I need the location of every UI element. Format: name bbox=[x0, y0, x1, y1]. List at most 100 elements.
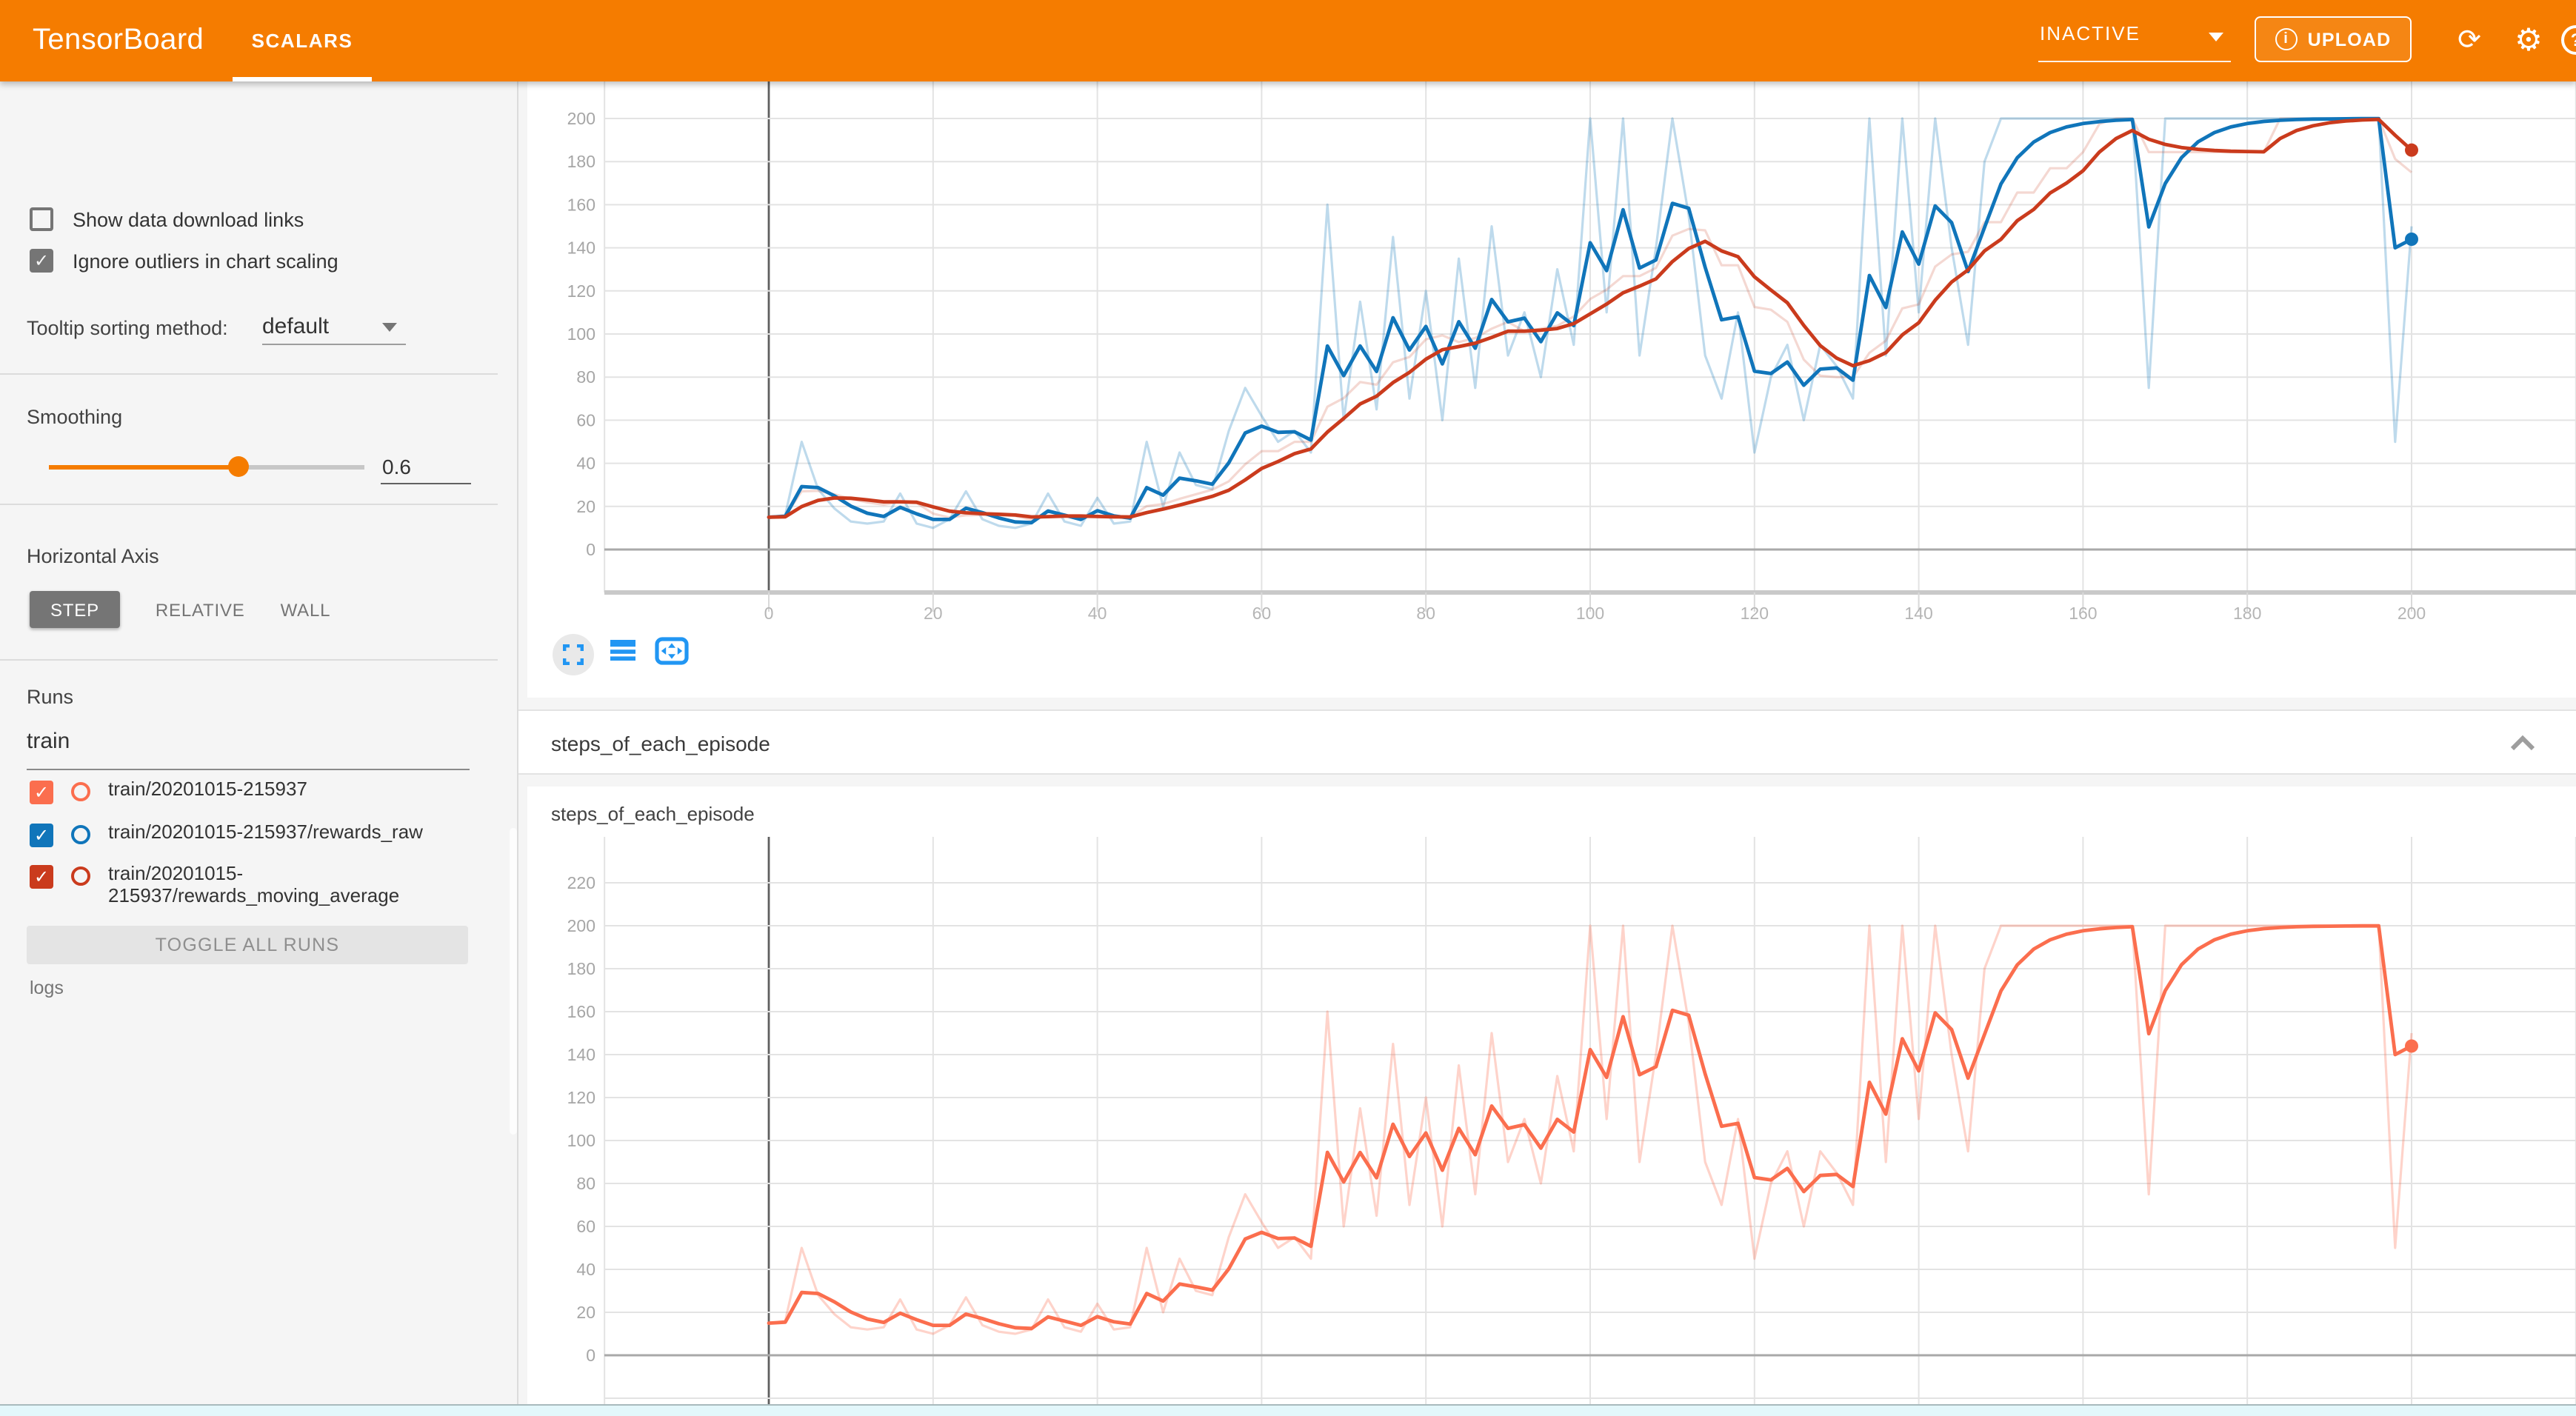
run-filter-input[interactable] bbox=[27, 729, 470, 754]
upload-button-label: UPLOAD bbox=[2308, 29, 2392, 50]
run-row[interactable]: ✓ train/20201015-215937/rewards_moving_av… bbox=[30, 864, 492, 906]
svg-text:40: 40 bbox=[576, 454, 595, 473]
svg-text:200: 200 bbox=[2398, 604, 2426, 623]
runs-heading: Runs bbox=[27, 686, 73, 708]
tab-scalars-label: SCALARS bbox=[252, 30, 353, 52]
vertical-gridlines bbox=[604, 81, 2576, 592]
svg-text:100: 100 bbox=[567, 1131, 595, 1150]
help-icon[interactable]: ? bbox=[2561, 25, 2576, 55]
run-color-ring[interactable] bbox=[71, 782, 90, 801]
run-color-ring[interactable] bbox=[71, 866, 90, 886]
tooltip-sorting-select[interactable]: default bbox=[262, 314, 329, 339]
chart-title: steps_of_each_episode bbox=[551, 803, 755, 825]
svg-text:120: 120 bbox=[567, 281, 595, 301]
horizontal-axis-button-group: STEP RELATIVE WALL bbox=[30, 591, 330, 628]
smoothing-value-underline bbox=[381, 483, 471, 484]
svg-text:180: 180 bbox=[2233, 604, 2261, 623]
svg-text:60: 60 bbox=[576, 410, 595, 430]
svg-text:20: 20 bbox=[924, 604, 943, 623]
svg-text:140: 140 bbox=[567, 238, 595, 258]
fit-domain-icon[interactable] bbox=[655, 637, 689, 672]
active-tab-indicator bbox=[233, 77, 372, 81]
axis-option-step[interactable]: STEP bbox=[30, 591, 120, 628]
svg-text:40: 40 bbox=[576, 1260, 595, 1279]
rewards-chart-canvas[interactable]: 0204060801001201401601802000204060801001… bbox=[527, 81, 2576, 629]
sidebar-scrollbar[interactable] bbox=[510, 828, 517, 1135]
next-section-edge bbox=[0, 1404, 2576, 1416]
ignore-outliers-checkbox[interactable]: ✓ Ignore outliers in chart scaling bbox=[30, 249, 338, 273]
svg-text:220: 220 bbox=[567, 873, 595, 892]
tooltip-sorting-underline bbox=[262, 344, 406, 345]
tab-scalars[interactable]: SCALARS bbox=[231, 0, 373, 81]
chevron-down-icon[interactable] bbox=[2209, 33, 2223, 41]
checkbox-checked[interactable]: ✓ bbox=[30, 249, 53, 273]
tensorboard-app: TensorBoard SCALARS INACTIVE i UPLOAD ⟳ … bbox=[0, 0, 2576, 1416]
run-checkbox[interactable]: ✓ bbox=[30, 824, 53, 847]
chevron-up-icon[interactable] bbox=[2509, 735, 2536, 751]
smoothing-slider-fill bbox=[49, 465, 238, 469]
svg-text:80: 80 bbox=[576, 1174, 595, 1193]
checkbox-label: Show data download links bbox=[73, 208, 304, 230]
series-end-marker[interactable] bbox=[2405, 1039, 2418, 1052]
smoothing-value: 0.6 bbox=[382, 455, 411, 478]
section-header-steps-of-each-episode[interactable]: steps_of_each_episode bbox=[518, 709, 2576, 775]
run-checkbox[interactable]: ✓ bbox=[30, 781, 53, 804]
svg-text:80: 80 bbox=[1416, 604, 1435, 623]
run-label: train/20201015-215937/rewards_moving_ave… bbox=[108, 864, 481, 906]
run-row[interactable]: ✓ train/20201015-215937 bbox=[30, 779, 492, 804]
svg-text:180: 180 bbox=[567, 152, 595, 171]
refresh-icon[interactable]: ⟳ bbox=[2452, 22, 2487, 58]
y-tick-labels: 020406080100120140160180200220 bbox=[567, 873, 595, 1365]
rewards-chart-card: 0204060801001201401601802000204060801001… bbox=[527, 81, 2576, 698]
status-dropdown-value: INACTIVE bbox=[2040, 22, 2140, 44]
app-header: TensorBoard SCALARS INACTIVE i UPLOAD ⟳ … bbox=[0, 0, 2576, 81]
smoothing-slider-thumb[interactable] bbox=[228, 456, 249, 477]
svg-text:100: 100 bbox=[567, 324, 595, 344]
run-row[interactable]: ✓ train/20201015-215937/rewards_raw bbox=[30, 822, 492, 847]
info-icon: i bbox=[2275, 28, 2298, 50]
divider bbox=[0, 504, 498, 505]
svg-text:0: 0 bbox=[764, 604, 774, 623]
settings-sidebar: Show data download links ✓ Ignore outlier… bbox=[0, 81, 518, 1404]
checkbox-label: Ignore outliers in chart scaling bbox=[73, 250, 338, 272]
steps-chart-canvas[interactable]: 020406080100120140160180200220 bbox=[527, 837, 2576, 1404]
gear-icon[interactable]: ⚙ bbox=[2511, 22, 2546, 58]
axis-option-relative[interactable]: RELATIVE bbox=[156, 591, 245, 628]
run-label: train/20201015-215937 bbox=[108, 779, 481, 801]
run-label: train/20201015-215937/rewards_raw bbox=[108, 822, 481, 844]
svg-text:200: 200 bbox=[567, 916, 595, 935]
run-color-ring[interactable] bbox=[71, 825, 90, 844]
series-end-marker[interactable] bbox=[2405, 233, 2418, 246]
svg-text:40: 40 bbox=[1088, 604, 1107, 623]
upload-button[interactable]: i UPLOAD bbox=[2255, 16, 2412, 62]
smoothing-label: Smoothing bbox=[27, 406, 122, 428]
svg-text:20: 20 bbox=[576, 1303, 595, 1322]
checkbox-unchecked[interactable] bbox=[30, 207, 53, 231]
svg-text:0: 0 bbox=[586, 1346, 595, 1365]
axis-option-wall[interactable]: WALL bbox=[281, 591, 331, 628]
svg-text:100: 100 bbox=[1576, 604, 1604, 623]
tooltip-sorting-label: Tooltip sorting method: bbox=[27, 317, 228, 339]
svg-text:160: 160 bbox=[567, 1002, 595, 1021]
status-dropdown[interactable]: INACTIVE bbox=[2040, 22, 2140, 44]
svg-text:160: 160 bbox=[2069, 604, 2097, 623]
svg-text:60: 60 bbox=[1252, 604, 1272, 623]
x-tick-labels: 020406080100120140160180200 bbox=[764, 604, 2426, 623]
svg-text:160: 160 bbox=[567, 195, 595, 214]
section-title: steps_of_each_episode bbox=[551, 711, 770, 776]
run-filter-underline bbox=[27, 769, 470, 770]
toggle-all-runs-label: TOGGLE ALL RUNS bbox=[156, 935, 340, 955]
svg-text:120: 120 bbox=[567, 1088, 595, 1107]
data-table-icon[interactable] bbox=[610, 640, 635, 672]
svg-text:80: 80 bbox=[576, 367, 595, 387]
expand-chart-icon[interactable] bbox=[553, 634, 594, 675]
show-download-links-checkbox[interactable]: Show data download links bbox=[30, 207, 304, 231]
svg-text:60: 60 bbox=[576, 1217, 595, 1236]
steps-chart-card: steps_of_each_episode 020406080100120140… bbox=[527, 787, 2576, 1404]
chevron-down-icon[interactable] bbox=[382, 323, 397, 332]
logdir-label: logs bbox=[30, 978, 64, 998]
toggle-all-runs-button[interactable]: TOGGLE ALL RUNS bbox=[27, 926, 468, 964]
run-checkbox[interactable]: ✓ bbox=[30, 865, 53, 889]
series-end-marker[interactable] bbox=[2405, 144, 2418, 157]
y-tick-labels: 020406080100120140160180200 bbox=[567, 109, 595, 559]
